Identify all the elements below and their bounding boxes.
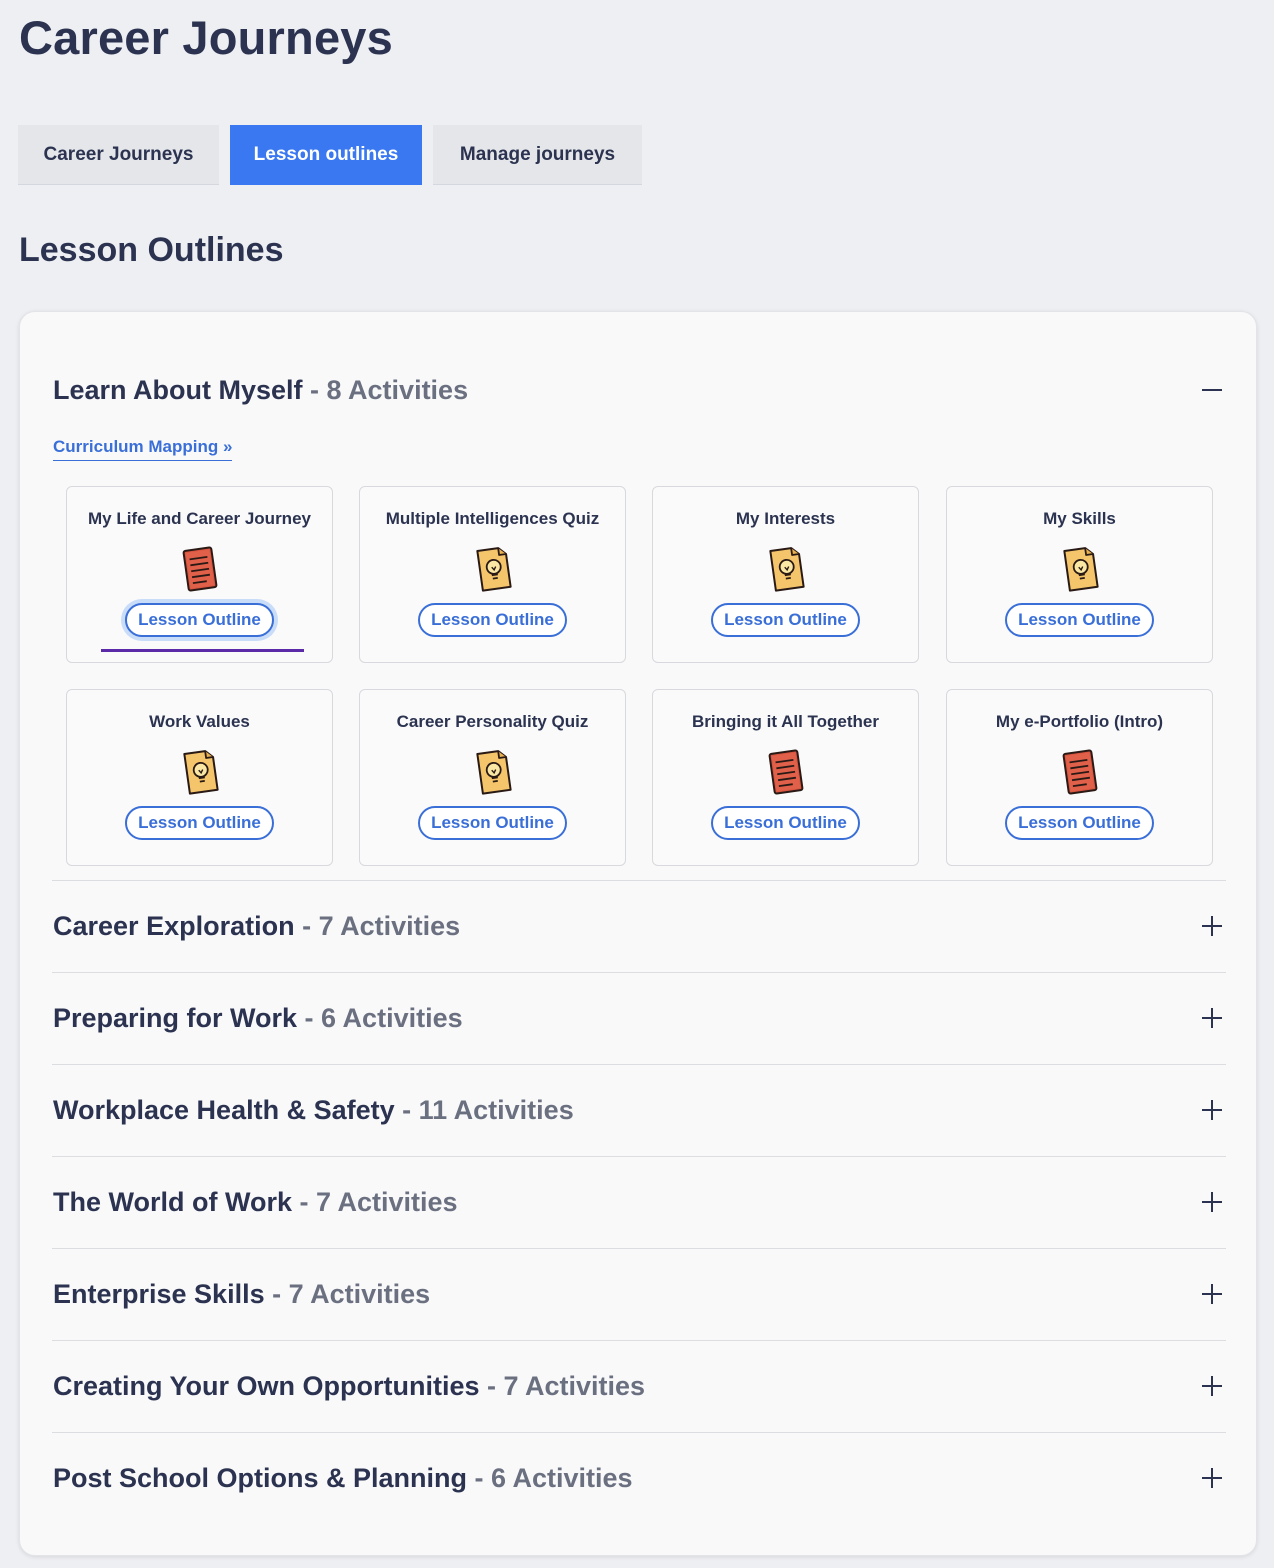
lesson-outline-button[interactable]: Lesson Outline <box>711 806 860 840</box>
activity-title: Multiple Intelligences Quiz <box>385 509 600 528</box>
accordion-header-creating-your-own-opportunities[interactable]: Creating Your Own Opportunities - 7 Acti… <box>53 1366 1226 1406</box>
lesson-outline-button[interactable]: Lesson Outline <box>1005 603 1154 637</box>
lightbulb-document-icon <box>471 545 515 593</box>
lesson-outline-button[interactable]: Lesson Outline <box>125 603 274 637</box>
activity-card-career-personality-quiz: Career Personality Quiz Lesson Outline <box>359 689 626 866</box>
accordion-title: Learn About Myself - 8 Activities <box>53 375 468 406</box>
activity-title: Bringing it All Together <box>692 712 879 731</box>
lesson-outline-button[interactable]: Lesson Outline <box>418 603 567 637</box>
accordion-title: Post School Options & Planning - 6 Activ… <box>53 1463 633 1494</box>
module-name: Enterprise Skills <box>53 1278 265 1309</box>
page-title: Career Journeys <box>19 11 393 64</box>
activity-count: - 6 Activities <box>467 1462 633 1493</box>
accordion-title: Workplace Health & Safety - 11 Activitie… <box>53 1095 574 1126</box>
lightbulb-document-icon <box>1058 545 1102 593</box>
divider <box>52 1156 1226 1157</box>
accordion-title: Creating Your Own Opportunities - 7 Acti… <box>53 1371 645 1402</box>
expand-icon[interactable] <box>1200 1282 1224 1306</box>
lesson-outline-button[interactable]: Lesson Outline <box>711 603 860 637</box>
accordion-header-preparing-for-work[interactable]: Preparing for Work - 6 Activities <box>53 998 1226 1038</box>
activity-count: - 7 Activities <box>292 1186 458 1217</box>
accordion-title: Career Exploration - 7 Activities <box>53 911 460 942</box>
activity-count: - 7 Activities <box>264 1278 431 1309</box>
activity-count: - 8 Activities <box>302 374 469 405</box>
activity-count: - 7 Activities <box>294 910 461 941</box>
lesson-outline-button[interactable]: Lesson Outline <box>418 806 567 840</box>
divider <box>52 880 1226 881</box>
activity-count: - 6 Activities <box>297 1002 463 1033</box>
expand-icon[interactable] <box>1200 1098 1224 1122</box>
activity-title: Career Personality Quiz <box>396 712 589 731</box>
activity-title: My Life and Career Journey <box>88 509 311 528</box>
lightbulb-document-icon <box>178 748 222 796</box>
accordion-header-learn-about-myself[interactable]: Learn About Myself - 8 Activities <box>53 370 1226 410</box>
module-name: Post School Options & Planning <box>53 1462 468 1493</box>
accordion-title: Preparing for Work - 6 Activities <box>53 1003 463 1034</box>
tab-career-journeys[interactable]: Career Journeys <box>18 125 219 185</box>
activity-card-my-e-portfolio-intro: My e-Portfolio (Intro) Lesson Outline <box>946 689 1213 866</box>
accordion-title: The World of Work - 7 Activities <box>53 1187 458 1218</box>
accordion-header-post-school-options-planning[interactable]: Post School Options & Planning - 6 Activ… <box>53 1458 1226 1498</box>
lesson-outline-button[interactable]: Lesson Outline <box>125 806 274 840</box>
accordion-header-career-exploration[interactable]: Career Exploration - 7 Activities <box>53 906 1226 946</box>
red-notebook-icon <box>1058 748 1102 796</box>
tab-bar: Career Journeys Lesson outlines Manage j… <box>18 125 642 185</box>
module-name: Preparing for Work <box>53 1002 298 1033</box>
lightbulb-document-icon <box>471 748 515 796</box>
divider <box>52 1340 1226 1341</box>
curriculum-mapping-link[interactable]: Curriculum Mapping » <box>53 437 233 461</box>
divider <box>52 1248 1226 1249</box>
activity-card-my-skills: My Skills Lesson Outline <box>946 486 1213 663</box>
module-name: The World of Work <box>53 1186 292 1217</box>
accordion-header-enterprise-skills[interactable]: Enterprise Skills - 7 Activities <box>53 1274 1226 1314</box>
activity-count: - 7 Activities <box>479 1370 646 1401</box>
red-notebook-icon <box>764 748 808 796</box>
activity-card-my-interests: My Interests Lesson Outline <box>652 486 919 663</box>
module-name: Career Exploration <box>53 910 295 941</box>
red-notebook-icon <box>178 545 222 593</box>
tab-manage-journeys[interactable]: Manage journeys <box>433 125 642 185</box>
expand-icon[interactable] <box>1200 914 1224 938</box>
activity-title: My e-Portfolio (Intro) <box>995 712 1164 731</box>
collapse-icon[interactable] <box>1200 378 1224 402</box>
expand-icon[interactable] <box>1200 1374 1224 1398</box>
activity-card-bringing-it-all-together: Bringing it All Together Lesson Outline <box>652 689 919 866</box>
focus-indicator <box>101 649 304 652</box>
tab-lesson-outlines[interactable]: Lesson outlines <box>230 125 422 185</box>
expand-icon[interactable] <box>1200 1466 1224 1490</box>
module-name: Workplace Health & Safety <box>53 1094 395 1125</box>
divider <box>52 972 1226 973</box>
activity-title: My Skills <box>1043 509 1116 528</box>
activity-count: - 11 Activities <box>394 1094 574 1125</box>
accordion-header-the-world-of-work[interactable]: The World of Work - 7 Activities <box>53 1182 1226 1222</box>
accordion-header-workplace-health-safety[interactable]: Workplace Health & Safety - 11 Activitie… <box>53 1090 1226 1130</box>
section-title: Lesson Outlines <box>19 231 284 269</box>
expand-icon[interactable] <box>1200 1006 1224 1030</box>
activity-card-work-values: Work Values Lesson Outline <box>66 689 333 866</box>
expand-icon[interactable] <box>1200 1190 1224 1214</box>
module-name: Creating Your Own Opportunities <box>53 1370 480 1401</box>
lightbulb-document-icon <box>764 545 808 593</box>
activity-title: Work Values <box>149 712 250 731</box>
activity-card-my-life-and-career-journey: My Life and Career Journey Lesson Outlin… <box>66 486 333 663</box>
activity-card-multiple-intelligences-quiz: Multiple Intelligences Quiz Lesson Outli… <box>359 486 626 663</box>
accordion-title: Enterprise Skills - 7 Activities <box>53 1279 430 1310</box>
lesson-outline-button[interactable]: Lesson Outline <box>1005 806 1154 840</box>
modules-panel: Learn About Myself - 8 Activities Curric… <box>19 311 1257 1556</box>
divider <box>52 1432 1226 1433</box>
module-name: Learn About Myself <box>53 374 303 405</box>
divider <box>52 1064 1226 1065</box>
activity-title: My Interests <box>735 509 836 528</box>
